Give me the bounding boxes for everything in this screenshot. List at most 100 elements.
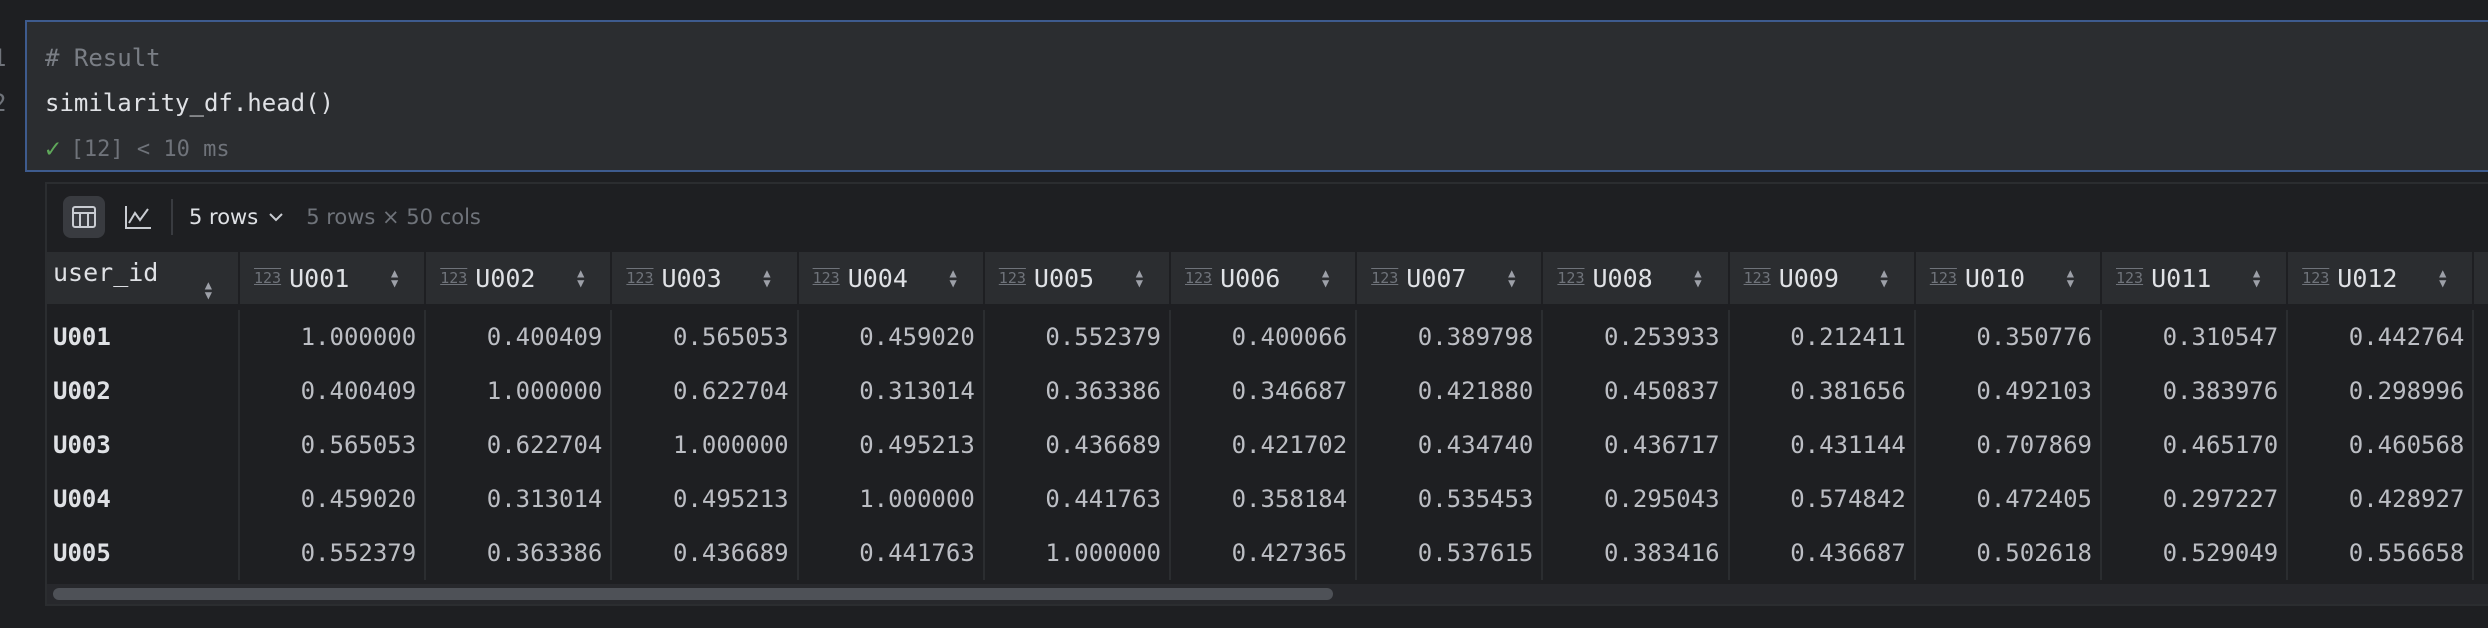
chart-view-button[interactable] [117, 196, 159, 238]
execution-status: ✓ [12] < 10 ms [45, 134, 230, 164]
column-header-u008[interactable]: 123 U008 ▲ ▼ [1543, 252, 1730, 304]
table-cell: 0.472405 [1916, 472, 2102, 526]
check-icon: ✓ [45, 134, 61, 164]
row-index: U001 [47, 310, 240, 364]
table-cell: 1.000000 [240, 310, 427, 364]
table-cell: 0.492103 [1916, 364, 2102, 418]
table-view-button[interactable] [63, 196, 105, 238]
column-header-label: U008 [1592, 263, 1653, 293]
sort-icon[interactable]: ▲ ▼ [1508, 267, 1515, 289]
table-cell: 1.000000 [612, 418, 799, 472]
shape-label: 5 rows × 50 cols [306, 205, 481, 229]
rows-dropdown[interactable]: 5 rows [189, 205, 284, 229]
numeric-type-icon: 123 [1185, 269, 1213, 287]
table-cell: 0.459020 [240, 472, 427, 526]
table-cell: 0.436689 [612, 526, 799, 580]
horizontal-scrollbar[interactable] [47, 584, 2488, 604]
sort-icon[interactable]: ▲ ▼ [2253, 267, 2260, 289]
code-cell[interactable]: # Result similarity_df.head() ✓ [12] < 1… [25, 20, 2488, 172]
table-cell: 0.552379 [240, 526, 427, 580]
table-cell: 0.442764 [2288, 310, 2475, 364]
table-cell: 0.383416 [1543, 526, 1730, 580]
column-header-u005[interactable]: 123 U005 ▲ ▼ [984, 252, 1171, 304]
sort-icon[interactable]: ▲ ▼ [577, 267, 584, 289]
table-cell: 1.000000 [426, 364, 613, 418]
column-header-u006[interactable]: 123 U006 ▲ ▼ [1171, 252, 1358, 304]
sort-icon[interactable]: ▲ ▼ [1322, 267, 1329, 289]
table-cell: 0.313014 [426, 472, 613, 526]
table-cell: 0.253933 [1543, 310, 1730, 364]
column-header-label: U005 [1033, 263, 1095, 293]
output-panel: 5 rows 5 rows × 50 cols user_id ▲ ▼ 123 U001… [45, 182, 2488, 606]
table-cell: 0.552379 [985, 310, 1171, 364]
numeric-type-icon: 123 [254, 269, 282, 287]
table-cell: 1.000000 [799, 472, 985, 526]
column-header-u002[interactable]: 123 U002 ▲ ▼ [426, 252, 613, 304]
table-cell: 0.556658 [2288, 526, 2475, 580]
table-cell: 0.383976 [2102, 364, 2289, 418]
table-cell: 0.434740 [1357, 418, 1544, 472]
table-cell: 0.495213 [799, 418, 985, 472]
column-header-label: U002 [475, 263, 536, 293]
table-cell: 0.622704 [426, 418, 613, 472]
line-number: 1 [0, 44, 6, 72]
table-cell: 0.535453 [1357, 472, 1544, 526]
table-cell: 0.465170 [2102, 418, 2289, 472]
column-header-label: user_id [53, 258, 159, 287]
numeric-type-icon: 123 [812, 269, 840, 287]
table-cell: 0.707869 [1916, 418, 2102, 472]
toolbar-divider [171, 199, 173, 235]
column-header-partial[interactable]: 123 [2474, 252, 2488, 304]
table-cell: 0.529049 [2102, 526, 2289, 580]
column-header-u004[interactable]: 123 U004 ▲ ▼ [798, 252, 985, 304]
numeric-type-icon: 123 [998, 269, 1026, 287]
column-header-u010[interactable]: 123 U010 ▲ ▼ [1915, 252, 2102, 304]
sort-icon[interactable]: ▲ ▼ [1881, 267, 1888, 289]
column-header-u011[interactable]: 123 U011 ▲ ▼ [2102, 252, 2289, 304]
column-header-label: U010 [1964, 263, 2026, 293]
table-cell: 0.537615 [1357, 526, 1544, 580]
column-header-u007[interactable]: 123 U007 ▲ ▼ [1357, 252, 1544, 304]
table-cell: 0.350776 [1916, 310, 2102, 364]
sort-icon[interactable]: ▲ ▼ [391, 267, 398, 289]
sort-icon[interactable]: ▲ ▼ [1136, 267, 1143, 289]
scrollbar-thumb[interactable] [53, 588, 1333, 600]
line-number: 2 [0, 89, 6, 117]
table-cell: 0.565053 [240, 418, 427, 472]
column-header-label: U006 [1220, 263, 1281, 293]
rows-dropdown-label: 5 rows [189, 205, 259, 229]
sort-icon[interactable]: ▲ ▼ [763, 267, 770, 289]
column-header-label: U007 [1406, 263, 1467, 293]
column-header-label: U004 [847, 263, 908, 293]
table-cell: 0.313014 [799, 364, 985, 418]
table-cell: 0.574842 [1730, 472, 1916, 526]
table-cell: 0.441763 [985, 472, 1171, 526]
column-header-u009[interactable]: 123 U009 ▲ ▼ [1729, 252, 1916, 304]
row-index: U004 [47, 472, 240, 526]
sort-icon[interactable]: ▲ ▼ [2439, 267, 2446, 289]
sort-icon[interactable]: ▲ ▼ [205, 279, 212, 301]
table-cell: 0.460568 [2288, 418, 2475, 472]
table-cell: 0.400066 [1171, 310, 1358, 364]
column-header-u003[interactable]: 123 U003 ▲ ▼ [612, 252, 799, 304]
column-header-label: U003 [661, 263, 722, 293]
sort-icon[interactable]: ▲ ▼ [1694, 267, 1701, 289]
code-line[interactable]: similarity_df.head() [45, 89, 334, 117]
column-header-label: U009 [1778, 263, 1839, 293]
column-header-user-id[interactable]: user_id ▲ ▼ [47, 252, 240, 304]
table-cell: 0.363386 [426, 526, 613, 580]
table-cell: 0.495213 [612, 472, 799, 526]
code-comment[interactable]: # Result [45, 44, 161, 72]
column-header-label: U012 [2337, 263, 2398, 293]
sort-icon[interactable]: ▲ ▼ [950, 267, 957, 289]
sort-icon[interactable]: ▲ ▼ [2067, 267, 2074, 289]
column-header-u012[interactable]: 123 U012 ▲ ▼ [2288, 252, 2475, 304]
table-cell: 0.459020 [799, 310, 985, 364]
table-cell: 0.212411 [1730, 310, 1916, 364]
column-header-label: U011 [2151, 263, 2212, 293]
table-cell: 0.298996 [2288, 364, 2475, 418]
column-header-u001[interactable]: 123 U001 ▲ ▼ [240, 252, 427, 304]
table-cell: 0.436687 [1730, 526, 1916, 580]
table-cell: 0.363386 [985, 364, 1171, 418]
numeric-type-icon: 123 [2302, 269, 2330, 287]
